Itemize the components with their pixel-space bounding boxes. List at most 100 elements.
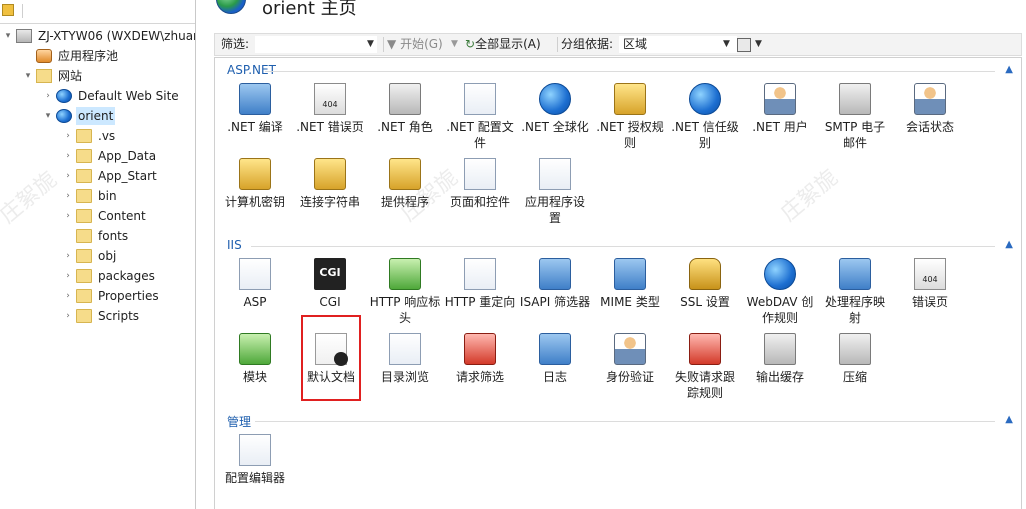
app-pool-icon [36,49,52,63]
feature-label: .NET 授权规 则 [596,120,664,150]
feature-compression[interactable]: 压缩 [817,333,893,409]
feature-session-state[interactable]: 会话状态 [892,83,968,159]
filter-input[interactable] [255,36,377,53]
tree-folder[interactable]: › Scripts [62,307,192,325]
tree-node-server[interactable]: ▾ ZJ-XTYW06 (WXDEW\zhuan [2,27,195,45]
feature-net-users[interactable]: .NET 用户 [742,83,818,159]
collapse-icon[interactable]: ▾ [22,67,34,85]
feature-configuration-editor[interactable]: 配置编辑器 [217,434,293,509]
feature-authentication[interactable]: 身份验证 [592,333,668,409]
feature-ssl-settings[interactable]: SSL 设置 [667,258,743,334]
feature-http-redirect[interactable]: HTTP 重定向 [442,258,518,334]
group-by-select[interactable]: 区域 [619,36,737,53]
folder-label: packages [98,269,155,283]
feature-smtp[interactable]: SMTP 电子 邮件 [817,83,893,159]
collapse-group-icon[interactable]: ▲ [1005,414,1013,425]
expand-icon[interactable]: › [62,247,74,265]
feature-providers[interactable]: 提供程序 [367,158,443,234]
feature-directory-browsing[interactable]: 目录浏览 [367,333,443,409]
tree-folder[interactable]: › Properties [62,287,192,305]
collapse-icon[interactable]: ▾ [2,27,14,45]
error-page-icon: 404 [314,83,346,115]
start-button[interactable]: ▼ 开始(G) [387,34,443,55]
feature-net-authorization[interactable]: .NET 授权规 则 [592,83,668,159]
feature-net-trust[interactable]: .NET 信任级 别 [667,83,743,159]
tree-node-default-site[interactable]: › Default Web Site [42,87,192,105]
page-header: orient 主页 [204,0,1026,30]
expand-icon[interactable]: › [42,87,54,105]
expand-icon[interactable]: › [62,167,74,185]
handler-mappings-icon [839,258,871,290]
folder-icon [76,289,92,303]
output-caching-icon [764,333,796,365]
tree-folder[interactable]: › App_Start [62,167,192,185]
feature-asp[interactable]: ASP [217,258,293,334]
tree-folder[interactable]: › App_Data [62,147,192,165]
tree-node-sites[interactable]: ▾ 网站 [22,67,192,85]
show-all-button[interactable]: ↻全部显示(A) [465,34,541,55]
smtp-icon [839,83,871,115]
expand-icon[interactable]: › [62,307,74,325]
filter-dropdown-icon[interactable]: ▼ [367,39,374,49]
feature-net-profile[interactable]: .NET 配置文 件 [442,83,518,159]
users-icon [764,83,796,115]
expand-icon[interactable]: › [62,207,74,225]
view-mode-icon[interactable] [737,38,751,52]
feature-label: ASP [243,295,267,309]
feature-logging[interactable]: 日志 [517,333,593,409]
tree-node-app-pools[interactable]: 应用程序池 [22,47,192,65]
folder-icon [76,189,92,203]
collapse-icon[interactable]: ▾ [42,107,54,125]
feature-isapi-filters[interactable]: ISAPI 筛选器 [517,258,593,334]
feature-machine-key[interactable]: 计算机密钥 [217,158,293,234]
feature-mime-types[interactable]: MIME 类型 [592,258,668,334]
tree-node-orient[interactable]: ▾ orient [42,107,192,125]
expand-icon[interactable]: › [62,267,74,285]
feature-net-compile[interactable]: .NET 编译 [217,83,293,159]
feature-net-globalization[interactable]: .NET 全球化 [517,83,593,159]
expand-icon[interactable]: › [62,127,74,145]
tree-folder[interactable]: › packages [62,267,192,285]
request-filtering-icon [464,333,496,365]
feature-default-document[interactable]: 默认文档 [301,315,361,401]
tree-folder[interactable]: › obj [62,247,192,265]
feature-label: 压缩 [842,370,867,384]
feature-webdav[interactable]: WebDAV 创 作规则 [742,258,818,334]
default-document-icon [315,333,348,366]
feature-label: 失败请求跟 踪规则 [674,370,735,400]
feature-app-settings[interactable]: 应用程序设 置 [517,158,593,234]
expand-icon[interactable]: › [62,147,74,165]
tree-folder[interactable]: › bin [62,187,192,205]
start-dropdown-icon[interactable]: ▼ [451,39,458,49]
tree-folder[interactable]: › .vs [62,127,192,145]
feature-error-pages[interactable]: 404 错误页 [892,258,968,334]
feature-label: .NET 全球化 [521,120,589,134]
connections-tree: ▾ ZJ-XTYW06 (WXDEW\zhuan 应用程序池 ▾ 网站 › De… [0,0,196,509]
connect-icon[interactable] [2,4,14,16]
feature-failed-request-tracing[interactable]: 失败请求跟 踪规则 [667,333,743,409]
expand-icon[interactable]: › [62,187,74,205]
feature-modules[interactable]: 模块 [217,333,293,409]
feature-pages-controls[interactable]: 页面和控件 [442,158,518,234]
feature-output-caching[interactable]: 输出缓存 [742,333,818,409]
tree-label-app-pools: 应用程序池 [58,49,119,63]
feature-net-roles[interactable]: .NET 角色 [367,83,443,159]
feature-http-response-headers[interactable]: HTTP 响应标 头 [367,258,443,334]
group-by-dropdown-icon[interactable]: ▼ [723,39,730,49]
expand-icon[interactable]: › [62,287,74,305]
feature-request-filtering[interactable]: 请求筛选 [442,333,518,409]
feature-net-error-pages[interactable]: 404 .NET 错误页 [292,83,368,159]
cgi-icon: CGI [314,258,346,290]
folder-icon [76,309,92,323]
group-divider [265,71,995,72]
feature-handler-mappings[interactable]: 处理程序映 射 [817,258,893,334]
tree-folder[interactable]: › Content [62,207,192,225]
collapse-group-icon[interactable]: ▲ [1005,64,1013,75]
tree-folder[interactable]: fonts [62,227,192,245]
feature-connection-strings[interactable]: 连接字符串 [292,158,368,234]
feature-label: 错误页 [911,295,948,309]
toolbar-divider [557,37,558,52]
folder-label: Properties [98,289,159,303]
collapse-group-icon[interactable]: ▲ [1005,239,1013,250]
view-dropdown-icon[interactable]: ▼ [755,39,762,49]
